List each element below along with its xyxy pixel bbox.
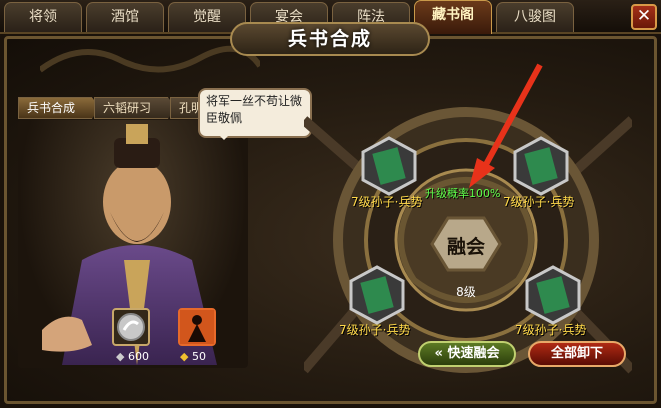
silver-coin-slot[interactable] (112, 308, 150, 346)
dragon-decoration-icon (40, 45, 260, 73)
ingot-icon: ◆ (116, 350, 125, 363)
book-slot-top-left[interactable] (360, 136, 418, 196)
tab-eight-horses[interactable]: 八骏图 (496, 2, 574, 32)
warrior-scroll-slot[interactable] (178, 308, 216, 346)
silver-coin-count: ◆ 600 (116, 350, 149, 363)
tab-generals[interactable]: 将领 (4, 2, 82, 32)
speech-bubble: 将军一丝不苟让微臣敬佩 (198, 88, 312, 140)
subtab-liutao-study[interactable]: 六韬研习 (94, 97, 176, 119)
warrior-scroll-icon (180, 310, 214, 344)
double-chevron-icon: « (434, 346, 443, 361)
gold-count: ◆ 50 (180, 350, 206, 363)
book-slot-label: 7级孙子·兵势 (515, 323, 587, 337)
book-slot-bottom-right[interactable] (524, 265, 582, 325)
page-title: 兵书合成 (230, 22, 430, 56)
book-slot-label: 7级孙子·兵势 (503, 195, 575, 209)
close-button[interactable]: ✕ (631, 4, 657, 30)
subtab-book-synthesis[interactable]: 兵书合成 (18, 97, 100, 119)
book-slot-bottom-left[interactable] (348, 265, 406, 325)
book-slot-label: 7级孙子·兵势 (351, 195, 423, 209)
pointer-arrow-icon (469, 63, 543, 188)
book-slot-label: 7级孙子·兵势 (339, 323, 411, 337)
fuse-label: 融会 (446, 236, 485, 258)
silver-coin-icon (117, 313, 145, 341)
unload-all-button[interactable]: 全部卸下 (528, 341, 626, 367)
result-level: 8级 (456, 285, 476, 299)
quick-fuse-button[interactable]: « 快速融会 (418, 341, 516, 367)
tab-tavern[interactable]: 酒馆 (86, 2, 164, 32)
gold-ingot-icon: ◆ (180, 350, 189, 363)
